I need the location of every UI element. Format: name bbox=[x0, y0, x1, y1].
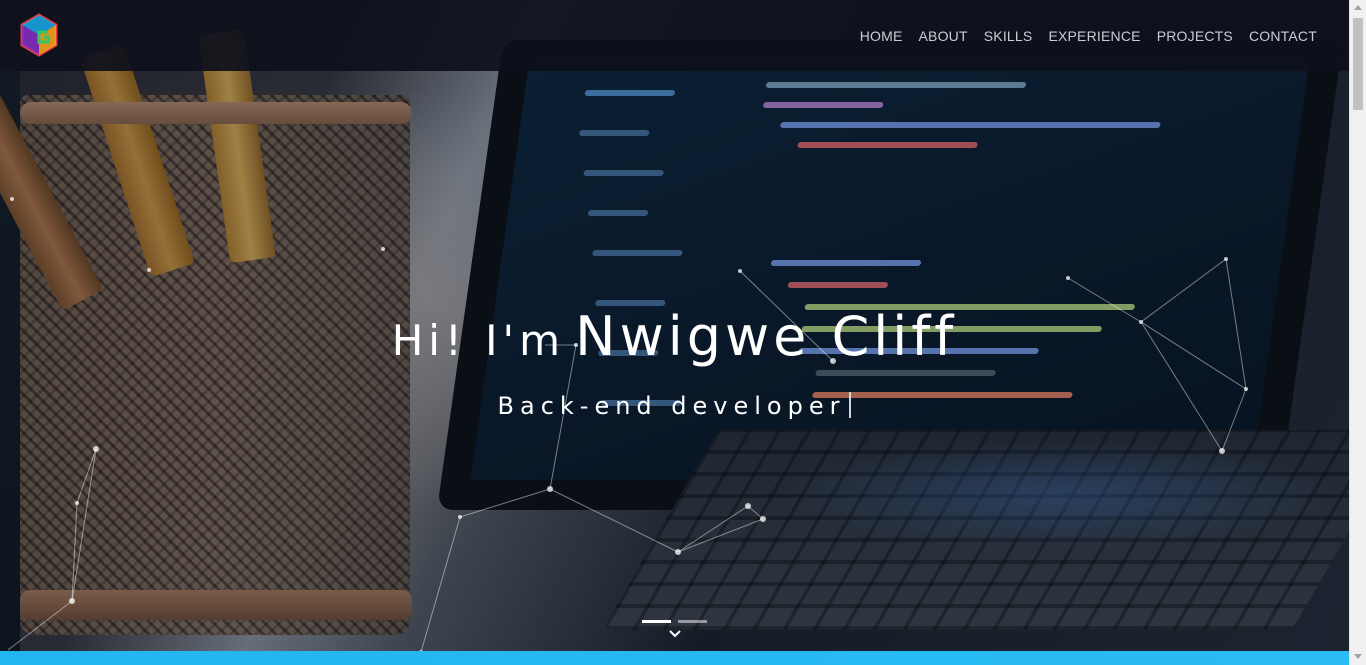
hero-greeting: Hi! I'm bbox=[391, 316, 565, 365]
chevron-down-icon[interactable] bbox=[667, 627, 683, 643]
hero-subtitle-wrapper: Back-end developer bbox=[0, 392, 1349, 420]
hero-heading: Hi! I'm Nwigwe Cliff bbox=[0, 305, 1349, 368]
scroll-down-arrow-icon[interactable] bbox=[1354, 654, 1362, 659]
page: HOME ABOUT SKILLS EXPERIENCE PROJECTS CO… bbox=[0, 0, 1366, 665]
accent-bar bbox=[0, 651, 1349, 665]
nav-item-projects[interactable]: PROJECTS bbox=[1149, 28, 1241, 44]
vertical-scrollbar[interactable] bbox=[1349, 0, 1366, 665]
nav-item-home[interactable]: HOME bbox=[852, 28, 911, 44]
slide-indicator-2[interactable] bbox=[678, 620, 707, 623]
typing-caret bbox=[849, 392, 852, 418]
nav-item-about[interactable]: ABOUT bbox=[911, 28, 976, 44]
hero-subtitle: Back-end developer bbox=[497, 392, 846, 420]
nav-item-contact[interactable]: CONTACT bbox=[1241, 28, 1325, 44]
hero-name: Nwigwe Cliff bbox=[575, 305, 958, 368]
nav-item-experience[interactable]: EXPERIENCE bbox=[1040, 28, 1148, 44]
logo-icon[interactable] bbox=[16, 12, 62, 58]
main-nav: HOME ABOUT SKILLS EXPERIENCE PROJECTS CO… bbox=[852, 0, 1325, 71]
scroll-up-arrow-icon[interactable] bbox=[1354, 5, 1362, 10]
nav-item-skills[interactable]: SKILLS bbox=[976, 28, 1041, 44]
slide-indicator-1[interactable] bbox=[642, 620, 671, 623]
slide-indicators bbox=[642, 620, 707, 623]
navbar: HOME ABOUT SKILLS EXPERIENCE PROJECTS CO… bbox=[0, 0, 1349, 71]
scrollbar-thumb[interactable] bbox=[1353, 18, 1363, 110]
